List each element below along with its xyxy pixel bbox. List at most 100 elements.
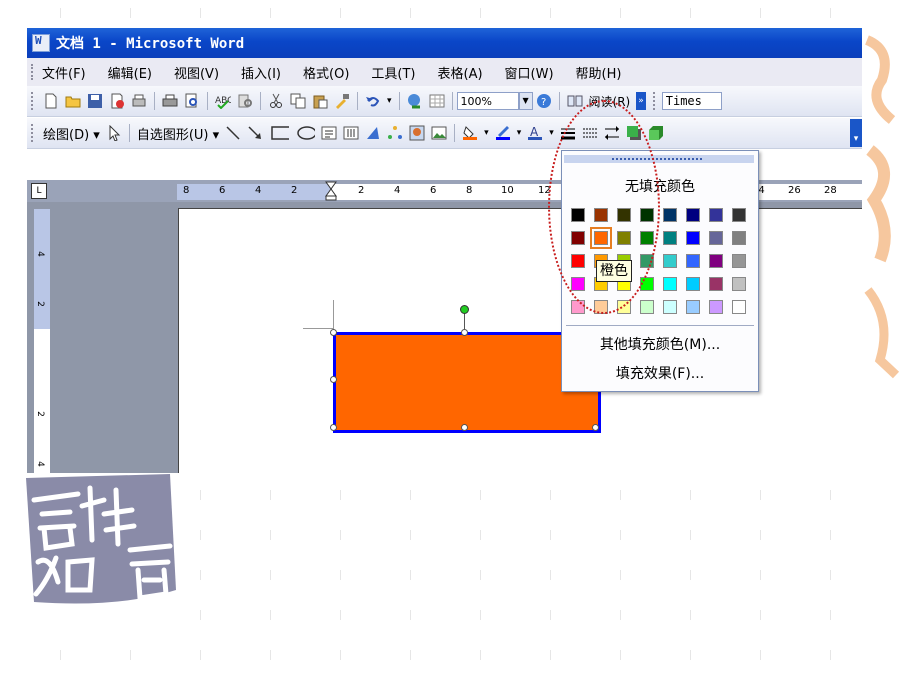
color-swatch[interactable]: [686, 254, 700, 268]
print-lock-icon[interactable]: [131, 93, 147, 109]
color-swatch[interactable]: [732, 231, 746, 245]
background-dash: [690, 570, 691, 580]
menu-help[interactable]: 帮助(H): [576, 63, 622, 82]
arrow-tool-icon[interactable]: [247, 125, 263, 141]
color-swatch[interactable]: [709, 208, 723, 222]
wordart-icon[interactable]: [365, 125, 381, 141]
background-dash: [760, 610, 761, 620]
fill-effects-option[interactable]: 填充效果(F)...: [562, 363, 758, 383]
color-swatch[interactable]: [663, 231, 677, 245]
rectangle-tool-icon[interactable]: [269, 125, 290, 141]
resize-handle[interactable]: [330, 376, 337, 383]
permission-icon[interactable]: [109, 93, 125, 109]
3d-style-icon[interactable]: [648, 125, 664, 141]
copy-icon[interactable]: [290, 93, 306, 109]
menu-file[interactable]: 文件(F): [42, 63, 86, 82]
draw-menu-button[interactable]: 绘图(D) ▾: [43, 124, 100, 143]
print-icon[interactable]: [162, 93, 178, 109]
color-swatch[interactable]: [686, 277, 700, 291]
menu-table[interactable]: 表格(A): [438, 63, 483, 82]
menu-tools[interactable]: 工具(T): [371, 63, 415, 82]
line-color-dropdown-icon[interactable]: ▾: [517, 128, 522, 138]
undo-icon[interactable]: [365, 93, 381, 109]
menu-view[interactable]: 视图(V): [174, 63, 219, 82]
new-document-icon[interactable]: [43, 93, 59, 109]
resize-handle[interactable]: [461, 424, 468, 431]
line-color-icon[interactable]: [495, 125, 511, 141]
ruler-number: 28: [824, 185, 837, 196]
color-swatch[interactable]: [686, 208, 700, 222]
picture-icon[interactable]: [431, 125, 447, 141]
zoom-box[interactable]: 100%: [456, 92, 519, 110]
hyperlink-icon[interactable]: [407, 93, 423, 109]
resize-handle[interactable]: [461, 329, 468, 336]
window-title: 文档 1 - Microsoft Word: [56, 36, 245, 52]
color-swatch[interactable]: [732, 254, 746, 268]
background-dash: [200, 650, 201, 660]
vertical-textbox-icon[interactable]: [343, 125, 359, 141]
color-swatch[interactable]: [663, 254, 677, 268]
color-swatch[interactable]: [663, 208, 677, 222]
color-swatch[interactable]: [709, 254, 723, 268]
select-objects-icon[interactable]: [106, 125, 122, 141]
print-preview-icon[interactable]: [184, 93, 200, 109]
table-icon[interactable]: [429, 93, 445, 109]
toolbar-grip[interactable]: [31, 124, 36, 142]
resize-handle[interactable]: [330, 329, 337, 336]
research-icon[interactable]: [237, 93, 253, 109]
indent-marker-icon[interactable]: [325, 181, 337, 201]
resize-handle[interactable]: [330, 424, 337, 431]
cut-icon[interactable]: [268, 93, 284, 109]
line-tool-icon[interactable]: [225, 125, 241, 141]
tab-selector-icon[interactable]: L: [31, 183, 47, 199]
rotation-handle[interactable]: [460, 305, 469, 314]
menu-format[interactable]: 格式(O): [303, 63, 349, 82]
toolbar-options-icon[interactable]: »: [636, 92, 646, 110]
color-swatch[interactable]: [686, 300, 700, 314]
diagram-icon[interactable]: [387, 125, 403, 141]
svg-text:ABC: ABC: [215, 96, 231, 106]
color-swatch[interactable]: [732, 300, 746, 314]
resize-handle[interactable]: [592, 424, 599, 431]
color-swatch[interactable]: [663, 277, 677, 291]
color-swatch[interactable]: [663, 300, 677, 314]
color-swatch[interactable]: [686, 231, 700, 245]
color-swatch[interactable]: [732, 208, 746, 222]
color-swatch[interactable]: [709, 277, 723, 291]
font-name-box[interactable]: Times: [661, 92, 722, 110]
autoshapes-button[interactable]: 自选图形(U) ▾: [137, 124, 219, 143]
spelling-icon[interactable]: ABC: [215, 93, 231, 109]
toolbar-options-icon[interactable]: ▾: [850, 119, 862, 147]
zoom-dropdown-icon[interactable]: ▼: [518, 92, 533, 110]
textbox-icon[interactable]: [321, 125, 337, 141]
toolbar-grip[interactable]: [652, 92, 658, 110]
color-swatch[interactable]: [732, 277, 746, 291]
color-swatch[interactable]: [709, 300, 723, 314]
help-icon[interactable]: ?: [536, 93, 552, 109]
font-color-icon[interactable]: A: [527, 125, 543, 141]
paste-icon[interactable]: [312, 93, 328, 109]
menu-window[interactable]: 窗口(W): [505, 63, 554, 82]
menu-insert[interactable]: 插入(I): [241, 63, 281, 82]
undo-dropdown-icon[interactable]: ▾: [387, 96, 392, 106]
open-folder-icon[interactable]: [65, 93, 81, 109]
clipart-icon[interactable]: [409, 125, 425, 141]
save-icon[interactable]: [87, 93, 103, 109]
ruler-number: 8: [466, 185, 473, 196]
color-swatch[interactable]: [709, 231, 723, 245]
fill-color-icon[interactable]: [462, 125, 478, 141]
format-painter-icon[interactable]: [334, 93, 350, 109]
background-dash: [410, 650, 411, 660]
background-dash: [480, 570, 481, 580]
more-fill-colors-option[interactable]: 其他填充颜色(M)...: [562, 334, 758, 354]
ruler-number: 4: [34, 461, 45, 467]
toolbar-grip[interactable]: [31, 92, 36, 110]
menu-edit[interactable]: 编辑(E): [108, 63, 152, 82]
oval-tool-icon[interactable]: [295, 125, 316, 141]
fill-color-dropdown-icon[interactable]: ▾: [484, 128, 489, 138]
color-swatch[interactable]: [640, 300, 654, 314]
read-icon[interactable]: [567, 93, 583, 109]
font-color-dropdown-icon[interactable]: ▾: [549, 128, 554, 138]
background-dash: [410, 610, 411, 620]
menu-grip[interactable]: [31, 64, 36, 80]
